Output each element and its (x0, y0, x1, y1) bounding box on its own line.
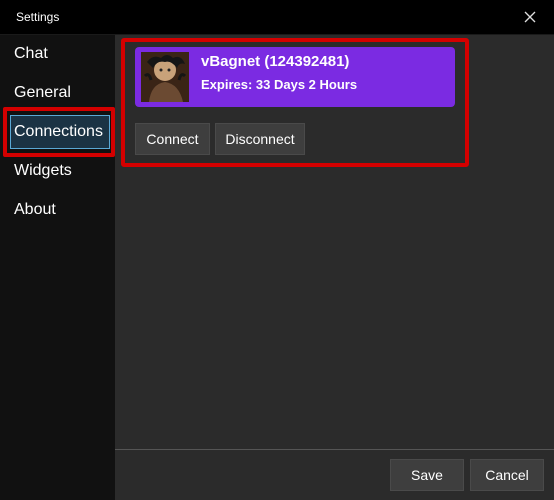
sidebar-item-about[interactable]: About (14, 201, 56, 219)
save-button[interactable]: Save (390, 459, 464, 491)
sidebar-item-connections[interactable]: Connections (14, 123, 103, 141)
sidebar-item-widgets[interactable]: Widgets (14, 162, 72, 180)
connect-button[interactable]: Connect (135, 123, 210, 155)
disconnect-button[interactable]: Disconnect (215, 123, 305, 155)
account-name: vBagnet (124392481) (201, 53, 350, 70)
avatar (141, 52, 189, 102)
sidebar: Chat General Connections Widgets About (0, 35, 115, 500)
close-button[interactable] (516, 4, 544, 30)
window-title: Settings (16, 10, 60, 24)
sidebar-item-general[interactable]: General (14, 84, 71, 102)
account-expires: Expires: 33 Days 2 Hours (201, 77, 358, 92)
settings-window: Settings Chat General Connections Widget… (0, 0, 554, 500)
account-card: vBagnet (124392481) Expires: 33 Days 2 H… (135, 47, 455, 107)
sidebar-item-chat[interactable]: Chat (14, 45, 48, 63)
close-icon (524, 11, 536, 23)
title-bar: Settings (0, 0, 554, 35)
cancel-button[interactable]: Cancel (470, 459, 544, 491)
